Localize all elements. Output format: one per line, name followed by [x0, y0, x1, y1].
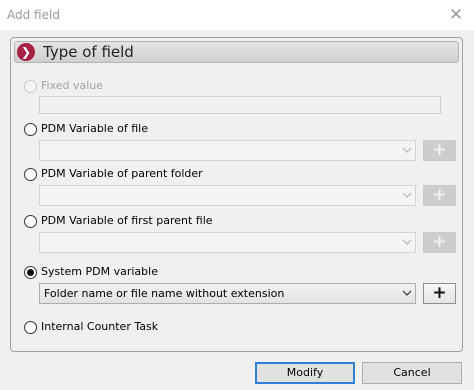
system-variable-dropdown[interactable]: Folder name or file name without extensi… — [39, 283, 416, 304]
first-parent-file-variable-radio[interactable] — [24, 215, 37, 228]
chevron-down-icon — [402, 192, 412, 198]
system-variable-add-button[interactable]: + — [423, 283, 456, 304]
title-bar: Add field ✕ — [0, 0, 474, 30]
chevron-down-icon — [402, 147, 412, 153]
system-variable-label[interactable]: System PDM variable — [41, 265, 158, 278]
system-variable-radio[interactable] — [24, 266, 37, 279]
file-variable-add-button: + — [423, 140, 456, 161]
chevron-right-icon: ❯ — [17, 43, 35, 61]
fixed-value-radio — [24, 80, 37, 93]
cancel-button[interactable]: Cancel — [362, 362, 462, 384]
parent-folder-variable-radio[interactable] — [24, 168, 37, 181]
parent-folder-variable-label[interactable]: PDM Variable of parent folder — [41, 167, 203, 180]
fixed-value-input — [39, 96, 441, 114]
first-parent-file-variable-add-button: + — [423, 232, 456, 253]
fixed-value-label: Fixed value — [41, 79, 104, 92]
parent-folder-variable-dropdown[interactable] — [39, 185, 416, 206]
file-variable-label[interactable]: PDM Variable of file — [41, 122, 148, 135]
first-parent-file-variable-dropdown[interactable] — [39, 232, 416, 253]
modify-button[interactable]: Modify — [255, 362, 355, 384]
section-header: ❯ Type of field — [14, 41, 459, 63]
file-variable-radio[interactable] — [24, 123, 37, 136]
section-title: Type of field — [43, 43, 134, 61]
first-parent-file-variable-label[interactable]: PDM Variable of first parent file — [41, 214, 213, 227]
parent-folder-variable-add-button: + — [423, 185, 456, 206]
internal-counter-label[interactable]: Internal Counter Task — [41, 320, 158, 333]
file-variable-dropdown[interactable] — [39, 140, 416, 161]
window-title: Add field — [7, 8, 60, 22]
close-icon[interactable]: ✕ — [446, 5, 466, 25]
internal-counter-radio[interactable] — [24, 321, 37, 334]
chevron-down-icon — [402, 290, 412, 296]
chevron-down-icon — [402, 239, 412, 245]
type-of-field-panel: ❯ Type of field Fixed value PDM Variable… — [10, 37, 463, 352]
system-variable-value: Folder name or file name without extensi… — [44, 287, 285, 300]
